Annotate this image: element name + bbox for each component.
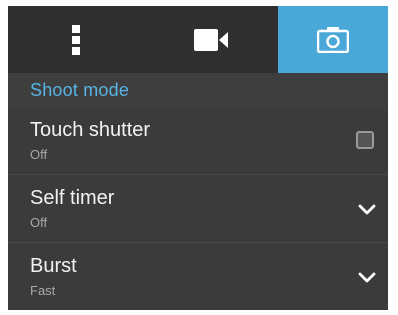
settings-list: Touch shutter Off Self timer Off Burst F… <box>8 107 388 309</box>
chevron-down-icon[interactable] <box>356 267 378 287</box>
tab-camera-settings[interactable] <box>278 6 388 73</box>
tab-video-settings[interactable] <box>143 6 278 73</box>
setting-touch-shutter[interactable]: Touch shutter Off <box>8 107 388 175</box>
setting-value: Fast <box>30 283 56 298</box>
camera-settings-panel: Shoot mode Touch shutter Off Self timer … <box>8 6 388 310</box>
more-vertical-icon <box>71 24 80 55</box>
section-header: Shoot mode <box>8 73 388 107</box>
settings-tab-bar <box>8 6 388 73</box>
setting-value: Off <box>30 147 48 162</box>
setting-title: Self timer <box>30 187 115 209</box>
touch-shutter-checkbox[interactable] <box>356 131 374 149</box>
camera-icon <box>317 26 349 53</box>
setting-title: Touch shutter <box>30 119 151 141</box>
tab-more-settings[interactable] <box>8 6 143 73</box>
section-title: Shoot mode <box>30 80 130 100</box>
setting-burst[interactable]: Burst Fast <box>8 243 388 309</box>
video-camera-icon <box>193 28 228 51</box>
setting-value: Off <box>30 215 48 230</box>
chevron-down-icon[interactable] <box>356 199 378 219</box>
setting-self-timer[interactable]: Self timer Off <box>8 175 388 243</box>
setting-title: Burst <box>30 255 77 277</box>
